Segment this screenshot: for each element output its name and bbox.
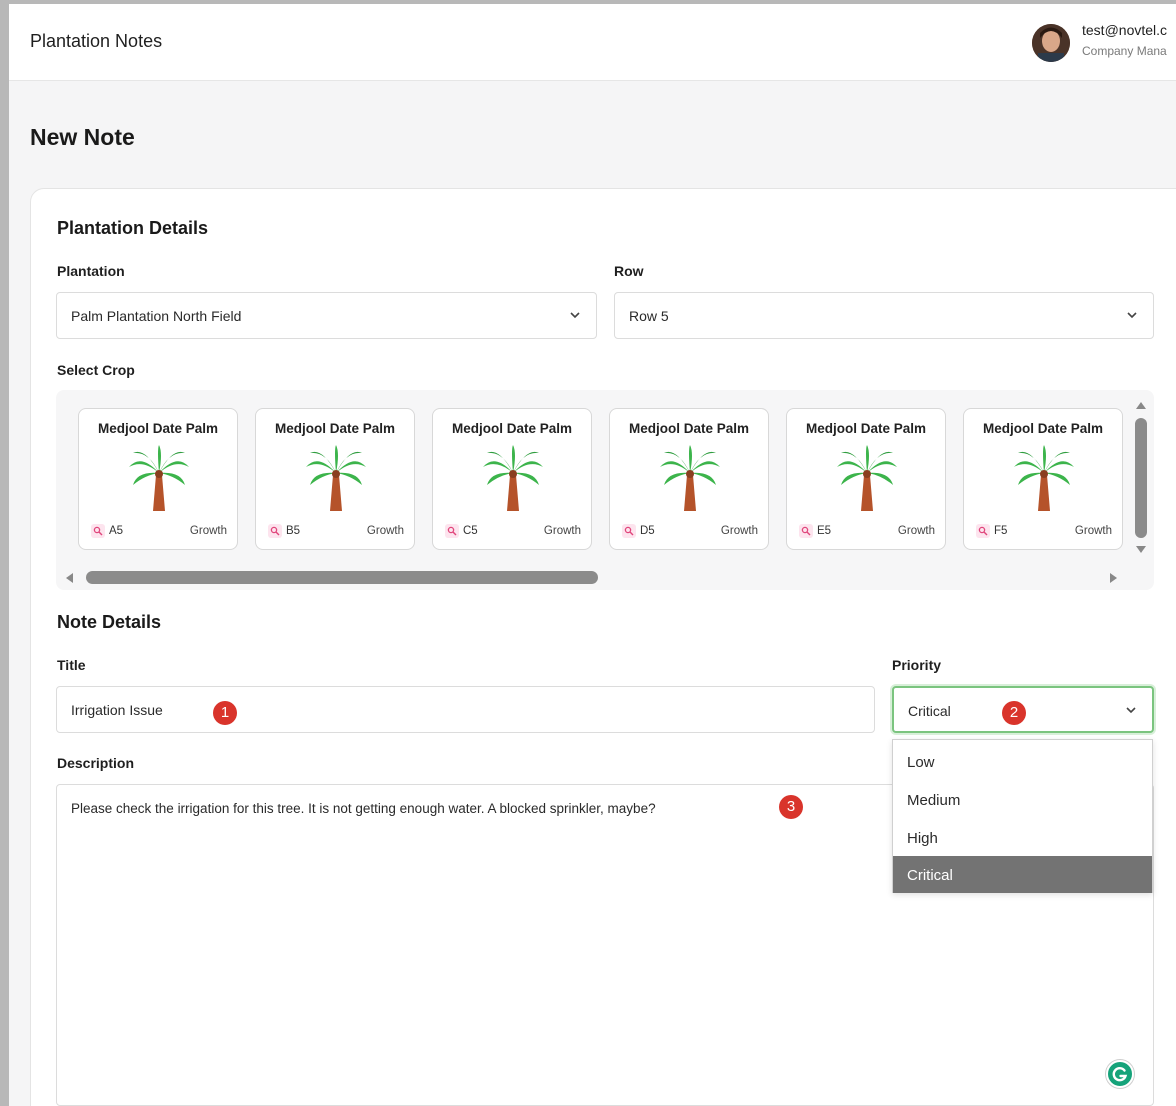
plantation-details-title: Plantation Details (57, 218, 209, 238)
priority-option-low[interactable]: Low (893, 743, 1152, 780)
crop-card[interactable]: Medjool Date Palm B5 Growth (255, 408, 415, 550)
palm-tree-icon (127, 445, 191, 513)
row-select-value: Row 5 (629, 308, 669, 324)
crop-status: Growth (366, 525, 404, 537)
crop-name: Medjool Date Palm (451, 421, 573, 436)
search-icon (445, 524, 459, 538)
app-title: Plantation Notes (30, 31, 163, 51)
crop-name: Medjool Date Palm (982, 421, 1104, 436)
chevron-down-icon (1127, 312, 1137, 319)
palm-tree-icon (658, 445, 722, 513)
palm-tree-icon (1012, 445, 1076, 513)
page-title: New Note (30, 124, 135, 150)
crop-scroller[interactable]: Medjool Date Palm A5 Growth Medjool Date… (56, 390, 1154, 590)
search-icon (799, 524, 813, 538)
description-label: Description (57, 755, 135, 771)
annotation-badge-2: 2 (1002, 701, 1026, 725)
plantation-select[interactable]: Palm Plantation North Field (56, 292, 597, 339)
search-icon (91, 524, 105, 538)
title-input-value: Irrigation Issue (71, 702, 163, 718)
crop-name: Medjool Date Palm (628, 421, 750, 436)
annotation-badge-1: 1 (213, 701, 237, 725)
crop-code: A5 (109, 525, 124, 537)
top-bar: Plantation Notes test@novtel.c Company M… (9, 4, 1176, 81)
crop-status: Growth (1074, 525, 1112, 537)
priority-dropdown: Low Medium High Critical (892, 739, 1153, 893)
user-email: test@novtel.c (1082, 22, 1168, 38)
user-avatar[interactable] (1032, 24, 1070, 62)
crop-card[interactable]: Medjool Date Palm A5 Growth (78, 408, 238, 550)
crop-code: E5 (817, 525, 832, 537)
crop-card[interactable]: Medjool Date Palm F5 Growth (963, 408, 1123, 550)
scroll-down-arrow-icon[interactable] (1136, 546, 1146, 553)
priority-option-medium[interactable]: Medium (893, 781, 1152, 818)
scroll-left-arrow-icon[interactable] (66, 573, 73, 583)
crop-code: F5 (994, 525, 1008, 537)
crop-name: Medjool Date Palm (805, 421, 927, 436)
plantation-select-value: Palm Plantation North Field (71, 308, 242, 324)
search-icon (268, 524, 282, 538)
crop-card[interactable]: Medjool Date Palm C5 Growth (432, 408, 592, 550)
plantation-label: Plantation (57, 263, 125, 279)
crop-name: Medjool Date Palm (97, 421, 219, 436)
crop-status: Growth (543, 525, 581, 537)
note-details-title: Note Details (57, 612, 162, 632)
crop-status: Growth (720, 525, 758, 537)
scroll-right-arrow-icon[interactable] (1110, 573, 1117, 583)
description-value: Please check the irrigation for this tre… (71, 801, 656, 816)
crop-status: Growth (189, 525, 227, 537)
palm-tree-icon (304, 445, 368, 513)
title-label: Title (57, 657, 86, 673)
palm-tree-icon (481, 445, 545, 513)
grammarly-icon[interactable] (1106, 1060, 1134, 1088)
crop-code: D5 (640, 525, 655, 537)
crop-name: Medjool Date Palm (274, 421, 396, 436)
priority-select-value: Critical (908, 703, 951, 719)
chevron-down-icon (1126, 707, 1136, 714)
crop-code: B5 (286, 525, 301, 537)
row-select[interactable]: Row 5 (614, 292, 1154, 339)
crop-status: Growth (897, 525, 935, 537)
crop-card[interactable]: Medjool Date Palm E5 Growth (786, 408, 946, 550)
palm-tree-icon (835, 445, 899, 513)
row-label: Row (614, 263, 644, 279)
select-crop-label: Select Crop (57, 362, 135, 378)
priority-option-critical[interactable]: Critical (893, 856, 1152, 893)
scroll-up-arrow-icon[interactable] (1136, 402, 1146, 409)
search-icon (622, 524, 636, 538)
title-input[interactable]: Irrigation Issue (56, 686, 875, 733)
crop-card[interactable]: Medjool Date Palm D5 Growth (609, 408, 769, 550)
vertical-scrollbar-thumb[interactable] (1135, 418, 1147, 538)
priority-label: Priority (892, 657, 942, 673)
search-icon (976, 524, 990, 538)
priority-option-high[interactable]: High (893, 819, 1152, 856)
chevron-down-icon (570, 312, 580, 319)
crop-code: C5 (463, 525, 478, 537)
horizontal-scrollbar-thumb[interactable] (86, 571, 598, 584)
user-role: Company Mana (1082, 44, 1167, 58)
annotation-badge-3: 3 (779, 795, 803, 819)
